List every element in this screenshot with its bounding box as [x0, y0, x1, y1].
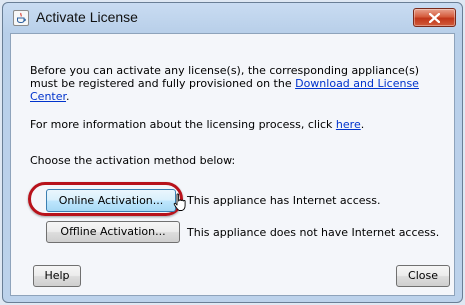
help-button[interactable]: Help	[33, 265, 81, 287]
here-link[interactable]: here	[336, 118, 361, 131]
offline-activation-description: This appliance does not have Internet ac…	[187, 226, 440, 239]
java-cup-icon	[13, 10, 29, 26]
window-close-button[interactable]	[413, 8, 456, 27]
offline-activation-button[interactable]: Offline Activation...	[46, 221, 180, 243]
more-info-text: For more information about the licensing…	[30, 118, 336, 131]
choose-method-label: Choose the activation method below:	[30, 154, 236, 167]
activate-license-dialog: Activate License	[2, 2, 463, 303]
more-info-end: .	[360, 118, 365, 131]
window-title: Activate License	[36, 9, 138, 25]
hand-cursor-icon	[173, 193, 186, 211]
title-bar[interactable]: Activate License	[3, 3, 462, 33]
more-info-notice: For more information about the licensing…	[30, 118, 364, 131]
registration-notice: Before you can activate any license(s), …	[30, 64, 430, 103]
online-activation-button[interactable]: Online Activation...	[46, 189, 176, 212]
registration-notice-end: .	[66, 90, 70, 103]
close-icon	[429, 13, 440, 23]
close-button[interactable]: Close	[396, 265, 450, 287]
online-activation-description: This appliance has Internet access.	[187, 194, 381, 207]
